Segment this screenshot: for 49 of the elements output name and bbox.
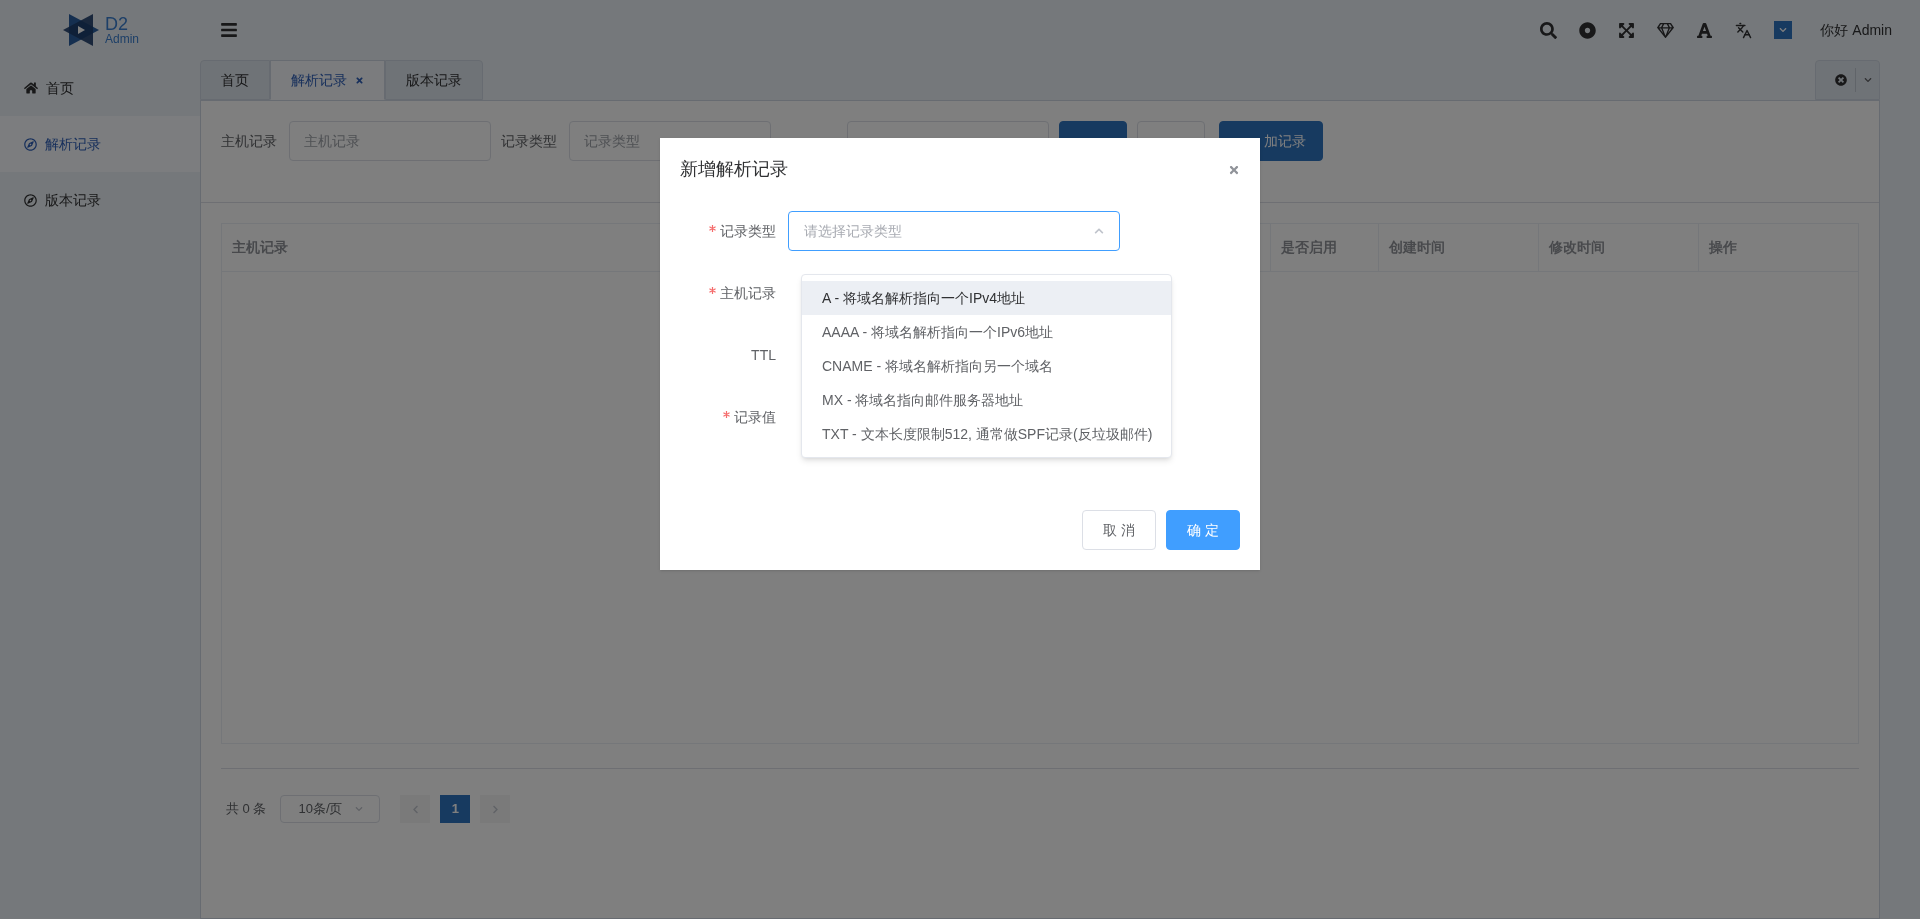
field-label: 主机记录: [720, 283, 776, 303]
dropdown-option[interactable]: A - 将域名解析指向一个IPv4地址: [802, 281, 1171, 315]
home-icon: [24, 81, 38, 95]
logo-icon: [61, 12, 101, 48]
compass-icon: [24, 137, 37, 151]
close-icon[interactable]: [355, 75, 364, 85]
gem-icon[interactable]: [1657, 21, 1675, 39]
font-icon[interactable]: [1696, 21, 1714, 39]
total-count: 共 0 条: [226, 800, 267, 819]
chevron-down-icon: [354, 805, 363, 813]
chevron-right-icon: [490, 804, 500, 814]
fullscreen-icon[interactable]: [1618, 21, 1636, 39]
dialog-button[interactable]: 取 消: [1082, 510, 1156, 550]
compass-icon: [24, 193, 37, 207]
tab[interactable]: 解析记录: [270, 60, 385, 100]
chevron-up-icon: [1094, 226, 1104, 236]
tab-actions[interactable]: [1815, 60, 1880, 100]
tab[interactable]: 版本记录: [385, 60, 483, 100]
filter-label: 记录类型: [501, 131, 557, 151]
dropdown-option[interactable]: TXT - 文本长度限制512, 通常做SPF记录(反垃圾邮件): [802, 417, 1171, 451]
dialog-title: 新增解析记录: [680, 158, 788, 181]
tab[interactable]: 首页: [200, 60, 270, 100]
search-icon[interactable]: [1540, 21, 1558, 39]
dropdown-option[interactable]: MX - 将域名指向邮件服务器地址: [802, 383, 1171, 417]
page-size-select[interactable]: 10条/页: [280, 795, 381, 823]
filter-label: 主机记录: [221, 131, 277, 151]
chevron-down-icon: [1779, 26, 1788, 34]
sidebar-item[interactable]: 解析记录: [0, 116, 200, 172]
field-label: 记录类型: [720, 221, 776, 241]
field-label: TTL: [751, 345, 776, 365]
close-all-icon[interactable]: [1835, 74, 1847, 86]
sidebar-item[interactable]: 版本记录: [0, 172, 200, 228]
record-type-select[interactable]: 请选择记录类型: [788, 211, 1120, 251]
page-button[interactable]: 1: [440, 795, 471, 823]
user-greeting[interactable]: 你好 Admin: [1820, 19, 1892, 41]
menu-icon[interactable]: [220, 21, 238, 39]
translate-icon[interactable]: [1735, 21, 1753, 39]
theme-button[interactable]: [1774, 21, 1793, 39]
field-label: 记录值: [734, 407, 776, 427]
target-icon[interactable]: [1579, 21, 1597, 39]
close-icon[interactable]: [1228, 163, 1240, 176]
sidebar-item[interactable]: 首页: [0, 60, 200, 116]
logo-title: D2: [105, 15, 129, 33]
dropdown-option[interactable]: AAAA - 将域名解析指向一个IPv6地址: [802, 315, 1171, 349]
dropdown-option[interactable]: CNAME - 将域名解析指向另一个域名: [802, 349, 1171, 383]
chevron-left-icon: [410, 804, 420, 814]
caret-icon[interactable]: [1863, 76, 1872, 84]
logo-subtitle: Admin: [105, 33, 139, 45]
dialog-button[interactable]: 确 定: [1166, 510, 1240, 550]
